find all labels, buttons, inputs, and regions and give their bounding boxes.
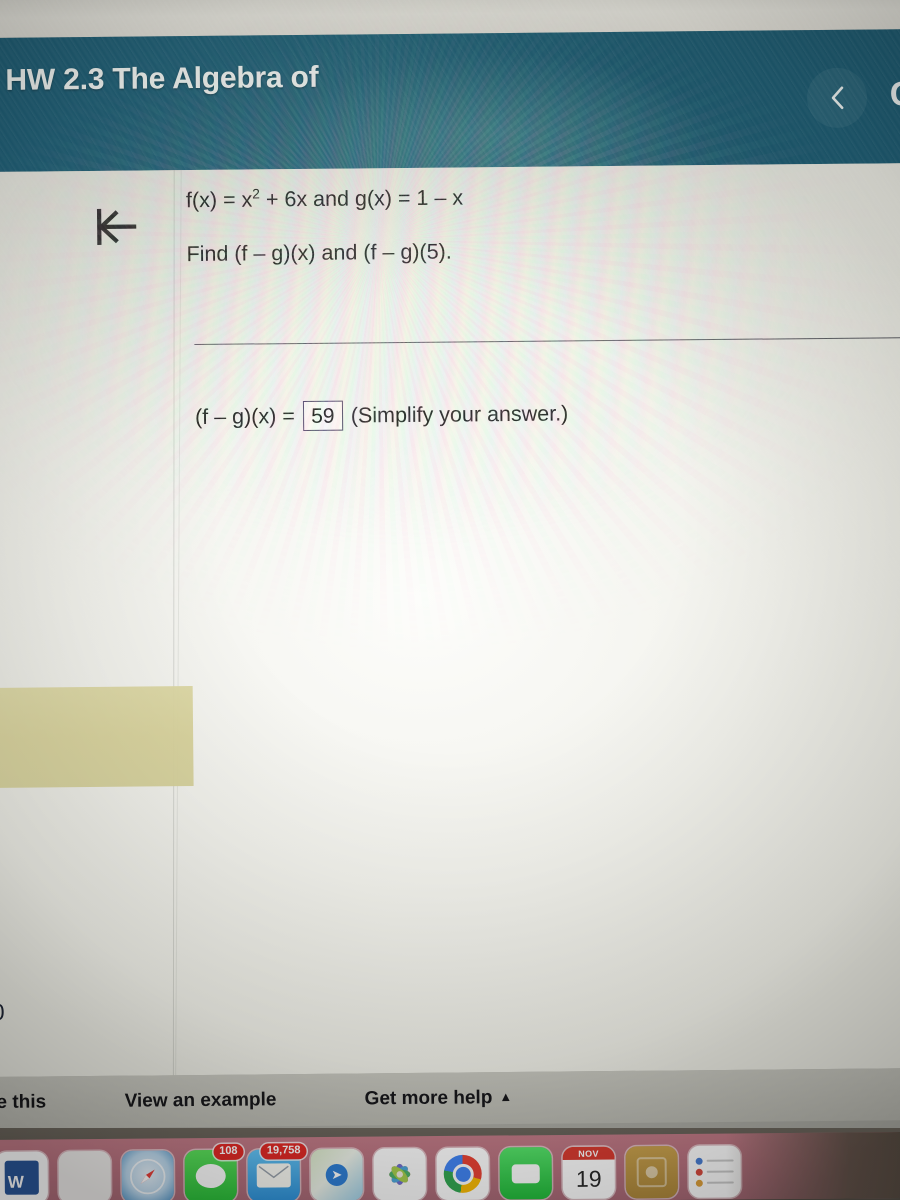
equation-exponent: 2 bbox=[252, 186, 260, 202]
google-chrome-icon bbox=[436, 1147, 489, 1200]
previous-question-button[interactable] bbox=[806, 67, 868, 129]
get-more-help-label: Get more help bbox=[364, 1087, 493, 1110]
launchpad-icon bbox=[58, 1150, 111, 1200]
app-header: 3 HW 2.3 The Algebra of C bbox=[0, 29, 900, 172]
solve-this-button[interactable]: lve this bbox=[0, 1091, 46, 1114]
calendar-day: 19 bbox=[575, 1165, 602, 1192]
microsoft-word-icon: W bbox=[0, 1151, 48, 1200]
answer-hint: (Simplify your answer.) bbox=[350, 400, 569, 428]
mail-badge: 19,758 bbox=[260, 1143, 307, 1160]
question-panel bbox=[0, 163, 900, 1077]
macos-dock: W 108 19,758 ➤ NOV 19 bbox=[0, 1128, 900, 1200]
dock-item-microsoft-word[interactable]: W bbox=[0, 1147, 50, 1200]
envelope-glyph bbox=[258, 1165, 289, 1179]
highlight-band bbox=[0, 686, 194, 789]
dock-item-reminders[interactable] bbox=[686, 1141, 742, 1198]
calendar-month: NOV bbox=[562, 1146, 615, 1160]
caret-up-icon: ▲ bbox=[499, 1088, 513, 1105]
dock-item-mail[interactable]: 19,758 bbox=[245, 1143, 307, 1200]
dock-item-calendar[interactable]: NOV 19 bbox=[560, 1142, 616, 1199]
skip-to-start-button[interactable] bbox=[86, 200, 144, 253]
facetime-icon bbox=[499, 1147, 552, 1200]
skip-to-start-icon bbox=[96, 208, 137, 245]
dock-item-facetime[interactable] bbox=[497, 1143, 553, 1200]
next-question-button[interactable]: C bbox=[871, 63, 900, 126]
view-an-example-button[interactable]: View an example bbox=[125, 1089, 277, 1112]
score-indicator: 0 bbox=[0, 998, 5, 1025]
answer-row: (f – g)(x) = 59 (Simplify your answer.) bbox=[195, 398, 568, 432]
computer-screen: 3 HW 2.3 The Algebra of C f(x) = x2 + 6x… bbox=[0, 0, 900, 1129]
chevron-left-icon bbox=[831, 86, 844, 110]
answer-input[interactable]: 59 bbox=[302, 400, 343, 431]
dock-item-contacts[interactable] bbox=[623, 1142, 679, 1199]
action-bar: lve this View an example Get more help ▲ bbox=[0, 1068, 900, 1129]
maps-icon: ➤ bbox=[310, 1148, 363, 1200]
contacts-icon bbox=[625, 1145, 678, 1199]
maps-navigation-arrow: ➤ bbox=[325, 1163, 348, 1187]
header-glare bbox=[286, 51, 709, 172]
equation-prefix: f(x) = x bbox=[185, 187, 253, 213]
dock-item-maps[interactable]: ➤ bbox=[308, 1145, 364, 1200]
answer-label: (f – g)(x) = bbox=[194, 403, 295, 429]
dock-item-photos[interactable] bbox=[371, 1144, 427, 1200]
word-letter: W bbox=[7, 1172, 24, 1192]
page-title: 3 HW 2.3 The Algebra of bbox=[0, 60, 319, 98]
equation-suffix: + 6x and g(x) = 1 – x bbox=[259, 185, 464, 212]
dock-item-safari[interactable] bbox=[119, 1146, 175, 1200]
get-more-help-button[interactable]: Get more help ▲ bbox=[365, 1087, 513, 1110]
photos-icon bbox=[373, 1148, 426, 1200]
calendar-icon: NOV 19 bbox=[562, 1146, 615, 1199]
dock-strip: W 108 19,758 ➤ NOV 19 bbox=[0, 1131, 900, 1200]
dock-item-google-chrome[interactable] bbox=[434, 1144, 490, 1200]
problem-statement: f(x) = x2 + 6x and g(x) = 1 – x Find (f … bbox=[186, 181, 877, 266]
messages-badge: 108 bbox=[213, 1143, 244, 1160]
reminders-icon bbox=[688, 1145, 741, 1198]
photo-of-screen: 3 HW 2.3 The Algebra of C f(x) = x2 + 6x… bbox=[0, 0, 900, 1200]
dock-item-launchpad[interactable] bbox=[56, 1147, 112, 1200]
safari-compass-needle bbox=[130, 1158, 166, 1195]
safari-icon bbox=[121, 1150, 174, 1200]
dock-item-messages[interactable]: 108 bbox=[182, 1143, 244, 1200]
photos-pinwheel bbox=[389, 1163, 411, 1185]
